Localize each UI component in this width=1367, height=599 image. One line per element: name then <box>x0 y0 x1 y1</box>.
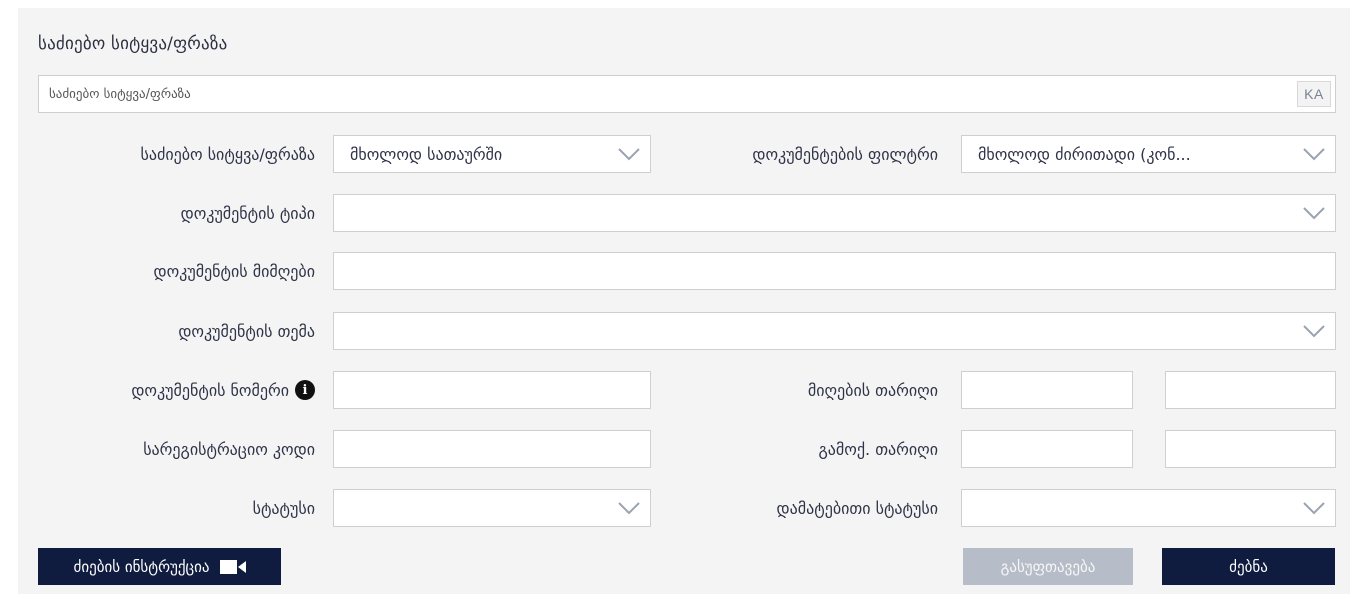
chevron-down-icon <box>1303 147 1325 161</box>
document-type-select[interactable] <box>333 194 1336 232</box>
adoption-date-to-input[interactable] <box>1165 371 1336 409</box>
keyword-search-input[interactable] <box>39 76 1335 112</box>
document-type-label: დოკუმენტის ტიპი <box>180 203 315 223</box>
document-number-label: დოკუმენტის ნომერი <box>131 380 289 400</box>
search-heading: საძიებო სიტყვა/ფრაზა <box>38 34 228 54</box>
document-issuer-input[interactable] <box>333 252 1336 290</box>
publication-date-from-input[interactable] <box>961 430 1133 468</box>
keyboard-layout-toggle[interactable]: KA <box>1297 81 1331 107</box>
document-topic-label: დოკუმენტის თემა <box>178 321 315 341</box>
document-filter-label: დოკუმენტების ფილტრი <box>752 144 938 164</box>
adoption-date-label: მიღების თარიღი <box>807 380 938 400</box>
document-topic-select[interactable] <box>333 312 1336 350</box>
keyword-search-box: KA <box>38 75 1336 113</box>
registration-code-label: სარეგისტრაციო კოდი <box>143 439 315 459</box>
search-scope-label: საძიებო სიტყვა/ფრაზა <box>140 144 316 164</box>
publication-date-to-input[interactable] <box>1165 430 1336 468</box>
info-icon[interactable]: i <box>295 380 315 400</box>
chevron-down-icon <box>1303 324 1325 338</box>
search-scope-select[interactable]: მხოლოდ სათაურში <box>333 135 651 173</box>
clear-button[interactable]: გასუფთავება <box>963 548 1133 585</box>
additional-status-select[interactable] <box>961 489 1336 527</box>
document-issuer-label: დოკუმენტის მიმღები <box>153 261 316 281</box>
document-filter-select[interactable]: მხოლოდ ძირითადი (კონ... <box>961 135 1336 173</box>
registration-code-input[interactable] <box>333 430 651 468</box>
document-filter-value: მხოლოდ ძირითადი (კონ... <box>978 144 1191 164</box>
search-instruction-button[interactable]: ძიების ინსტრუქცია <box>38 548 281 585</box>
chevron-down-icon <box>1303 501 1325 515</box>
search-scope-value: მხოლოდ სათაურში <box>350 144 503 164</box>
status-select[interactable] <box>333 489 651 527</box>
adoption-date-from-input[interactable] <box>961 371 1133 409</box>
video-camera-icon <box>219 559 246 575</box>
publication-date-label: გამოქ. თარიღი <box>818 439 938 459</box>
chevron-down-icon <box>618 147 640 161</box>
search-instruction-label: ძიების ინსტრუქცია <box>73 557 210 576</box>
status-label: სტატუსი <box>252 498 315 518</box>
search-button[interactable]: ძებნა <box>1162 548 1335 585</box>
chevron-down-icon <box>1303 206 1325 220</box>
document-number-input[interactable] <box>333 371 651 409</box>
additional-status-label: დამატებითი სტატუსი <box>776 498 938 518</box>
chevron-down-icon <box>618 501 640 515</box>
document-number-label-row: დოკუმენტის ნომერი i <box>40 371 315 409</box>
